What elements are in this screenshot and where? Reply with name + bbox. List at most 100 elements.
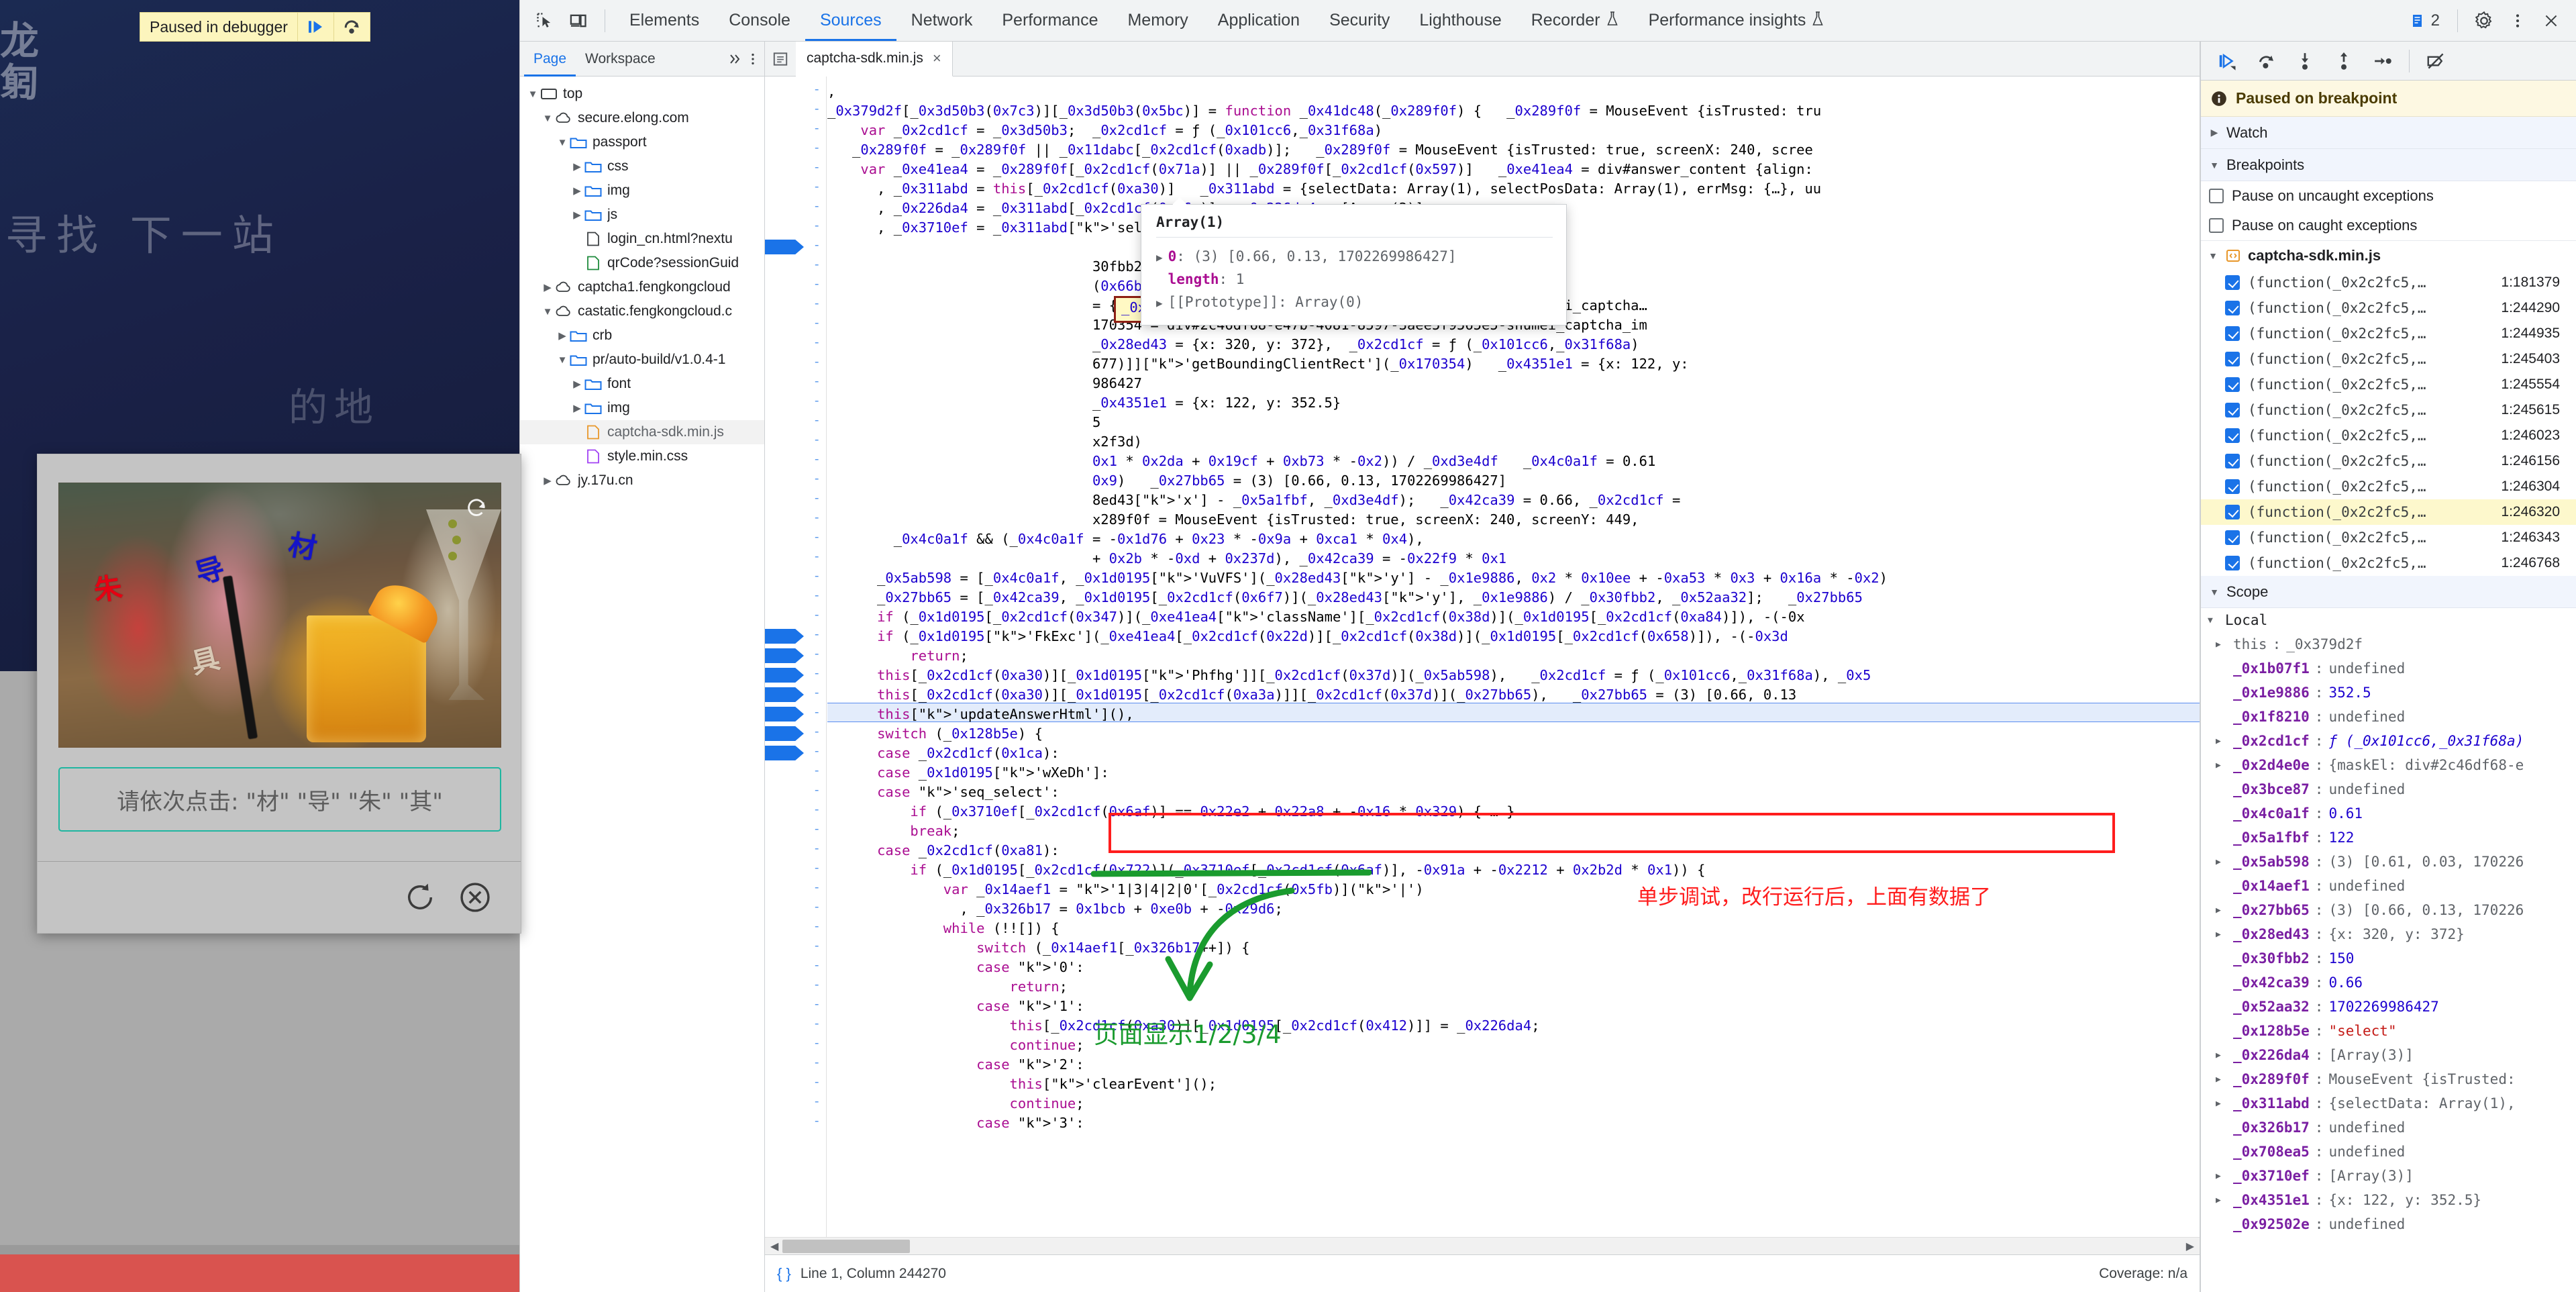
expand-arrow-icon[interactable]: ▶: [2216, 1195, 2228, 1205]
scope-variable-row[interactable]: ▶ _0x28ed43: {x: 320, y: 372}: [2201, 922, 2576, 946]
code-line[interactable]: case "k">'0':: [827, 958, 1084, 977]
tree-item-captcha1-fengkongcloud[interactable]: ▶ captcha1.fengkongcloud: [520, 275, 764, 299]
gutter-line[interactable]: -: [813, 413, 821, 428]
kebab-menu-icon[interactable]: [745, 52, 760, 66]
scope-variable-row[interactable]: _0x326b17: undefined: [2201, 1115, 2576, 1140]
watch-section-header[interactable]: ▶ Watch: [2201, 117, 2576, 149]
breakpoint-row[interactable]: (function(_0x2c2fc5,… 1:246023: [2201, 423, 2576, 448]
navigator-tab-workspace[interactable]: Workspace: [576, 42, 665, 77]
breakpoint-row[interactable]: (function(_0x2c2fc5,… 1:246320: [2201, 499, 2576, 525]
breakpoint-checkbox[interactable]: [2225, 326, 2240, 341]
expand-arrow-icon[interactable]: ▶: [2216, 905, 2228, 915]
pretty-print-button[interactable]: [765, 50, 796, 68]
gutter-line[interactable]: -: [813, 899, 821, 914]
gutter-line[interactable]: -: [813, 238, 821, 252]
popover-row[interactable]: ▶ [[Prototype]]: Array(0): [1156, 291, 1553, 314]
expand-arrow-icon[interactable]: ▶: [2216, 760, 2228, 771]
gutter-line[interactable]: -: [813, 101, 821, 116]
code-line[interactable]: case _0x2cd1cf(0xa81):: [827, 841, 1060, 860]
navigator-overflow[interactable]: [727, 51, 764, 67]
expand-arrow-icon[interactable]: ▶: [2216, 930, 2228, 940]
step-out-button[interactable]: [2326, 43, 2362, 79]
scope-variable-row[interactable]: ▶ _0x27bb65: (3) [0.66, 0.13, 170226: [2201, 898, 2576, 922]
code-line[interactable]: case _0x2cd1cf(0x1ca):: [827, 744, 1060, 763]
deactivate-breakpoints-button[interactable]: [2418, 43, 2454, 79]
gutter-line[interactable]: -: [813, 530, 821, 544]
breakpoint-checkbox[interactable]: [2225, 403, 2240, 417]
gutter-line[interactable]: -: [813, 977, 821, 992]
expand-arrow-icon[interactable]: ▶: [2216, 1171, 2228, 1181]
code-line[interactable]: _0x379d2f[_0x3d50b3(0x7c3)][_0x3d50b3(0x…: [827, 101, 1821, 121]
gutter-line[interactable]: -: [813, 199, 821, 213]
expand-arrow-icon[interactable]: ▶: [2216, 640, 2228, 650]
breakpoint-checkbox[interactable]: [2225, 377, 2240, 392]
close-devtools-button[interactable]: [2534, 4, 2568, 38]
gutter-line[interactable]: -: [813, 160, 821, 175]
step-over-button[interactable]: [2248, 43, 2284, 79]
code-line[interactable]: , _0x311abd = this[_0x2cd1cf(0xa30)] _0x…: [827, 179, 1821, 199]
tree-item-css[interactable]: ▶ css: [520, 154, 764, 179]
expand-arrow-icon[interactable]: ▶: [1156, 297, 1163, 309]
gutter-line[interactable]: -: [813, 588, 821, 603]
scope-variable-row[interactable]: _0x52aa32: 1702269986427: [2201, 995, 2576, 1019]
gutter-line[interactable]: -: [813, 685, 821, 700]
gutter-line[interactable]: -: [813, 938, 821, 953]
breakpoint-marker[interactable]: [765, 629, 804, 644]
code-line[interactable]: _0x28ed43 = {x: 320, y: 372}, _0x2cd1cf …: [827, 335, 1639, 354]
breakpoint-row[interactable]: (function(_0x2c2fc5,… 1:245403: [2201, 346, 2576, 372]
code-line[interactable]: break;: [827, 822, 960, 841]
gutter-line[interactable]: -: [813, 997, 821, 1011]
expand-arrow-icon[interactable]: [1156, 274, 1163, 287]
scope-variable-row[interactable]: _0x42ca39: 0.66: [2201, 971, 2576, 995]
code-line[interactable]: continue;: [827, 1036, 1084, 1055]
breakpoint-row[interactable]: (function(_0x2c2fc5,… 1:246304: [2201, 474, 2576, 499]
code-line[interactable]: 0x1 * 0x2da + 0x19cf + 0xb73 * -0x2)) / …: [827, 452, 1655, 471]
gutter-line[interactable]: -: [813, 822, 821, 836]
tree-item-img[interactable]: ▶ img: [520, 396, 764, 420]
breakpoint-marker[interactable]: [765, 668, 804, 683]
expand-arrow-icon[interactable]: ▶: [2216, 736, 2228, 746]
scrollbar-thumb[interactable]: [782, 1240, 910, 1253]
breakpoint-row[interactable]: (function(_0x2c2fc5,… 1:246156: [2201, 448, 2576, 474]
gutter-line[interactable]: -: [813, 802, 821, 817]
breakpoint-checkbox[interactable]: [2225, 301, 2240, 315]
expand-arrow-icon[interactable]: ▶: [2216, 1075, 2228, 1085]
gutter-line[interactable]: -: [813, 491, 821, 505]
breakpoint-row[interactable]: (function(_0x2c2fc5,… 1:244290: [2201, 295, 2576, 321]
scope-variable-row[interactable]: _0x5a1fbf: 122: [2201, 826, 2576, 850]
gutter-line[interactable]: -: [813, 666, 821, 681]
scope-variable-row[interactable]: _0x3bce87: undefined: [2201, 777, 2576, 801]
code-line[interactable]: case "k">'seq_select':: [827, 783, 1060, 802]
breakpoint-row[interactable]: (function(_0x2c2fc5,… 1:244935: [2201, 321, 2576, 346]
gutter-line[interactable]: -: [813, 82, 821, 97]
scroll-left-arrow-icon[interactable]: ◀: [770, 1240, 778, 1253]
tree-item-captcha-sdk-min-js[interactable]: captcha-sdk.min.js: [520, 420, 764, 444]
tree-item-secure-elong-com[interactable]: ▼ secure.elong.com: [520, 106, 764, 130]
pause-caught-exceptions-row[interactable]: Pause on caught exceptions: [2201, 211, 2576, 240]
tree-item-jy-17u-cn[interactable]: ▶ jy.17u.cn: [520, 468, 764, 493]
breakpoint-marker[interactable]: [765, 707, 804, 722]
code-line[interactable]: _0x4351e1 = {x: 122, y: 352.5}: [827, 393, 1341, 413]
breakpoint-checkbox[interactable]: [2225, 530, 2240, 545]
tree-item-crb[interactable]: ▶ crb: [520, 324, 764, 348]
step-into-button[interactable]: [2287, 43, 2323, 79]
gutter-line[interactable]: -: [813, 1036, 821, 1050]
expand-arrow-icon[interactable]: ▶: [2216, 1099, 2228, 1109]
breakpoint-row[interactable]: (function(_0x2c2fc5,… 1:245615: [2201, 397, 2576, 423]
expand-arrow-icon[interactable]: ▶: [1156, 251, 1163, 264]
gutter-line[interactable]: -: [813, 277, 821, 291]
code-line[interactable]: var _0x14aef1 = "k">'1|3|4|2|0'[_0x2cd1c…: [827, 880, 1424, 899]
gutter-line[interactable]: -: [813, 646, 821, 661]
device-toolbar-button[interactable]: [562, 4, 595, 38]
code-line[interactable]: this[_0x2cd1cf(0xa30)][_0x1d0195[_0x2cd1…: [827, 685, 1796, 705]
editor-gutter[interactable]: - - - - - - - - - - - - - - - - - - - - - - - - - - - - - - - - - - - - - - - -…: [765, 77, 827, 1237]
breakpoint-checkbox[interactable]: [2225, 505, 2240, 519]
tab-security[interactable]: Security: [1315, 1, 1404, 41]
gutter-line[interactable]: -: [813, 1055, 821, 1070]
breakpoint-checkbox[interactable]: [2225, 275, 2240, 290]
scope-local-header[interactable]: ▼ Local: [2201, 608, 2576, 632]
curly-braces-icon[interactable]: { }: [777, 1265, 791, 1283]
refresh-icon[interactable]: [465, 497, 488, 520]
pause-caught-checkbox[interactable]: [2209, 218, 2224, 233]
gutter-line[interactable]: -: [813, 452, 821, 466]
